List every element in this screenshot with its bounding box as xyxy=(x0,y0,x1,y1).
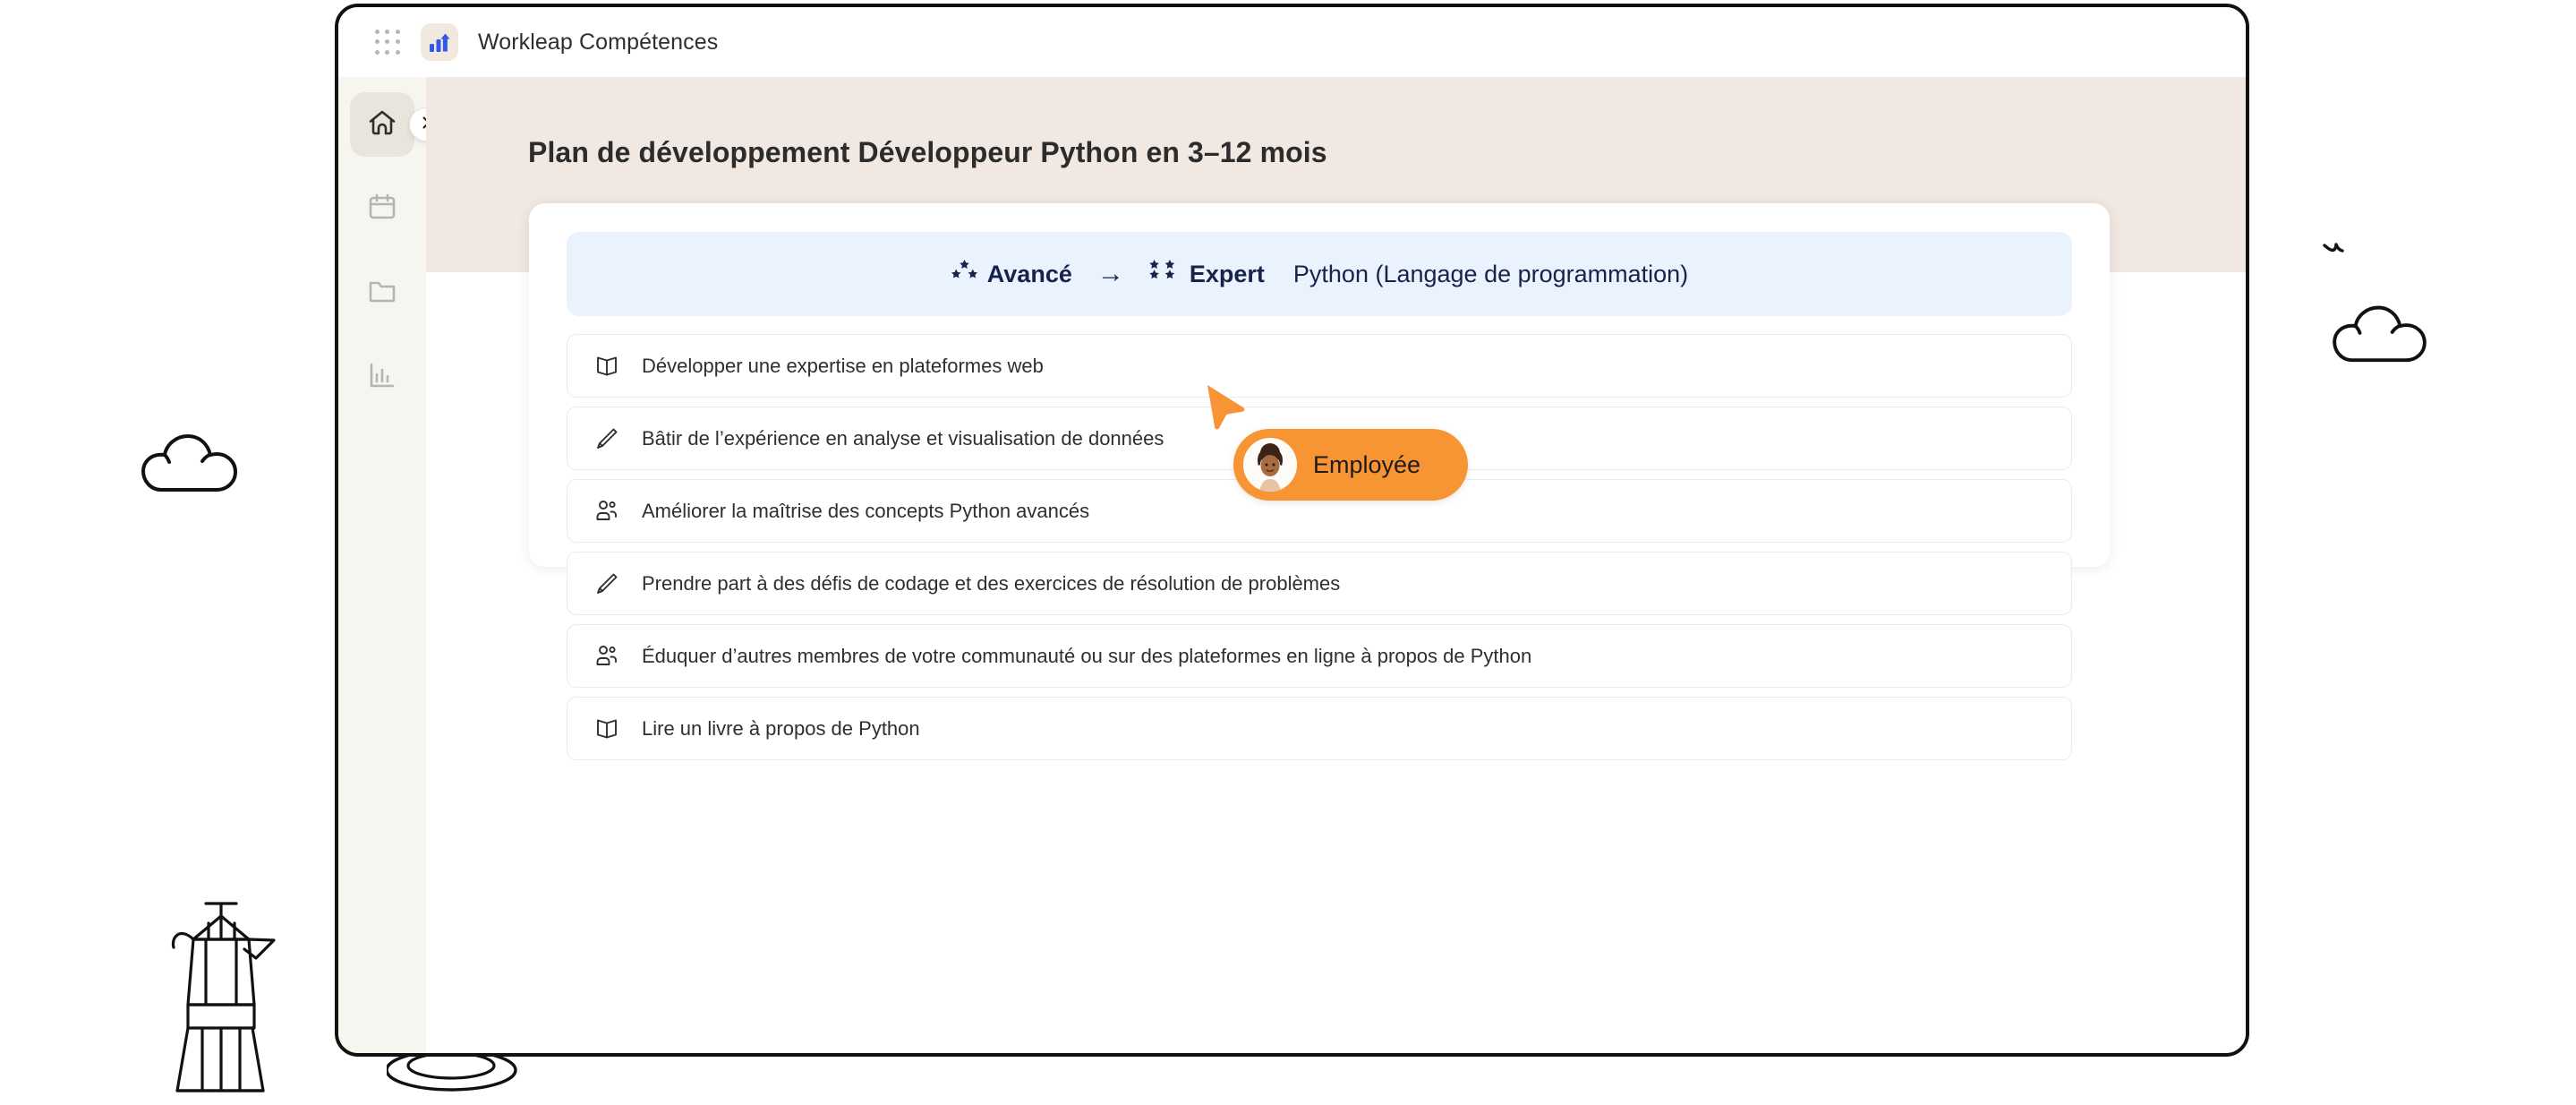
cloud-icon xyxy=(136,416,243,501)
people-icon xyxy=(593,498,620,525)
current-level-label: Avancé xyxy=(986,260,1072,287)
list-item-label: Lire un livre à propos de Python xyxy=(642,716,920,740)
chart-icon xyxy=(367,360,397,395)
app-title: Workleap Compétences xyxy=(478,29,719,55)
list-item[interactable]: Développer une expertise en plateformes … xyxy=(567,334,2072,398)
skill-level-banner: Avancé → Expert Python (Langage de progr… xyxy=(567,232,2072,316)
cloud-icon xyxy=(2327,288,2433,372)
app-window: Workleap Compétences Plan de développeme… xyxy=(335,4,2249,1057)
development-steps-list: Développer une expertise en plateformes … xyxy=(567,334,2072,760)
skill-name: Python (Langage de programmation) xyxy=(1292,260,1689,287)
persona-badge: Employée xyxy=(1233,429,1468,501)
sidebar-item-folder[interactable] xyxy=(350,261,414,325)
sidebar-item-reports[interactable] xyxy=(350,345,414,409)
target-level: Expert xyxy=(1149,259,1265,289)
app-topbar: Workleap Compétences xyxy=(338,7,2246,77)
list-item-label: Bâtir de l’expérience en analyse et visu… xyxy=(642,426,1164,450)
list-item[interactable]: Lire un livre à propos de Python xyxy=(567,697,2072,760)
list-item-label: Développer une expertise en plateformes … xyxy=(642,354,1044,377)
four-stars-icon xyxy=(1149,259,1180,289)
screenshot-stage: Workleap Compétences Plan de développeme… xyxy=(0,0,2576,1105)
sidebar-item-home[interactable] xyxy=(350,92,414,157)
pencil-icon xyxy=(593,425,620,452)
apps-grid-icon[interactable] xyxy=(374,29,401,56)
list-item-label: Prendre part à des défis de codage et de… xyxy=(642,571,1341,595)
book-icon xyxy=(593,715,620,742)
moka-pot-icon xyxy=(166,898,276,1104)
bar-chart-logo-icon xyxy=(421,23,458,61)
list-item-label: Améliorer la maîtrise des concepts Pytho… xyxy=(642,499,1090,522)
folder-icon xyxy=(367,276,397,311)
list-item-label: Éduquer d’autres membres de votre commun… xyxy=(642,644,1532,667)
persona-label: Employée xyxy=(1313,450,1421,478)
main-content: Plan de développement Développeur Python… xyxy=(426,77,2246,1053)
book-icon xyxy=(593,353,620,380)
window-body: Plan de développement Développeur Python… xyxy=(338,77,2246,1053)
pencil-icon xyxy=(593,570,620,597)
development-plan-card: Avancé → Expert Python (Langage de progr… xyxy=(529,203,2110,760)
bird-icon xyxy=(2322,240,2349,264)
target-level-label: Expert xyxy=(1189,260,1265,287)
calendar-icon xyxy=(367,192,397,227)
left-nav-rail xyxy=(338,77,443,1053)
sidebar-item-calendar[interactable] xyxy=(350,176,414,241)
orange-pointer-cursor-icon xyxy=(1204,383,1247,440)
page-title: Plan de développement Développeur Python… xyxy=(528,136,1327,168)
list-item[interactable]: Prendre part à des défis de codage et de… xyxy=(567,552,2072,615)
list-item[interactable]: Éduquer d’autres membres de votre commun… xyxy=(567,624,2072,688)
current-level: Avancé xyxy=(951,259,1072,289)
three-stars-icon xyxy=(951,259,977,289)
employee-avatar xyxy=(1243,438,1297,492)
people-icon xyxy=(593,643,620,670)
progression-arrow-icon: → xyxy=(1096,259,1124,288)
home-icon xyxy=(367,107,397,142)
